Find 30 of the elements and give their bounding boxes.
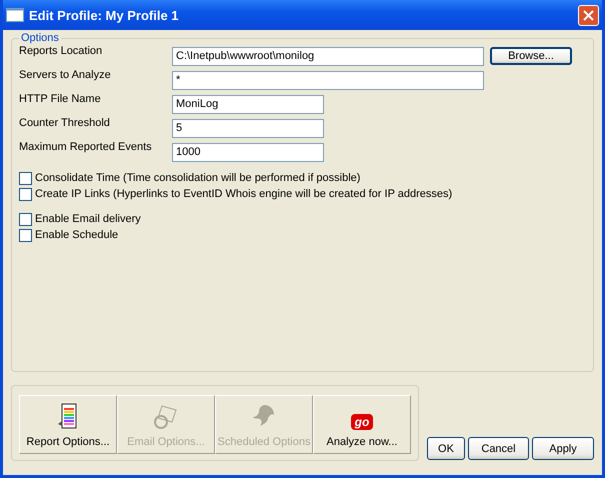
field-label: Servers to Analyze <box>19 68 112 81</box>
toolbar-button[interactable]: Report Options... <box>19 395 117 454</box>
checkbox-label: Consolidate Time (Time consolidation will be performed if possible) <box>35 172 360 184</box>
text-field[interactable]: 1000 <box>172 142 324 162</box>
text-field[interactable]: MoniLog <box>172 94 324 114</box>
text-field[interactable]: 5 <box>172 118 324 138</box>
field-label: HTTP File Name <box>19 92 102 105</box>
checkbox[interactable] <box>19 228 32 242</box>
toolbar-button[interactable]: go Analyze now... <box>313 395 411 454</box>
checkbox-label: Enable Schedule <box>35 229 118 241</box>
dialog-button[interactable]: Cancel <box>468 437 529 460</box>
group-title: Options <box>20 32 60 44</box>
close-icon <box>583 10 594 20</box>
checkbox[interactable] <box>19 188 32 200</box>
checkbox[interactable] <box>19 172 32 184</box>
dialog-button[interactable]: OK <box>427 437 465 460</box>
go-icon: go <box>350 414 374 430</box>
window-title: Edit Profile: My Profile 1 <box>29 8 180 22</box>
window-icon <box>6 8 24 22</box>
checkbox[interactable] <box>19 212 32 226</box>
close-button[interactable] <box>578 4 599 26</box>
field-label: Maximum Reported Events <box>19 140 153 153</box>
checkbox-label: Create IP Links (Hyperlinks to EventID Whois engine will be created for IP addresses) <box>35 188 452 200</box>
text-field[interactable]: * <box>172 70 484 90</box>
browse-button[interactable]: Browse... <box>490 47 572 65</box>
field-label: Counter Threshold <box>19 116 111 129</box>
text-field[interactable]: C:\Inetpub\wwwroot\monilog <box>172 46 484 66</box>
dialog-button[interactable]: Apply <box>532 437 594 460</box>
checkbox-label: Enable Email delivery <box>35 213 141 225</box>
field-label: Reports Location <box>19 44 104 57</box>
